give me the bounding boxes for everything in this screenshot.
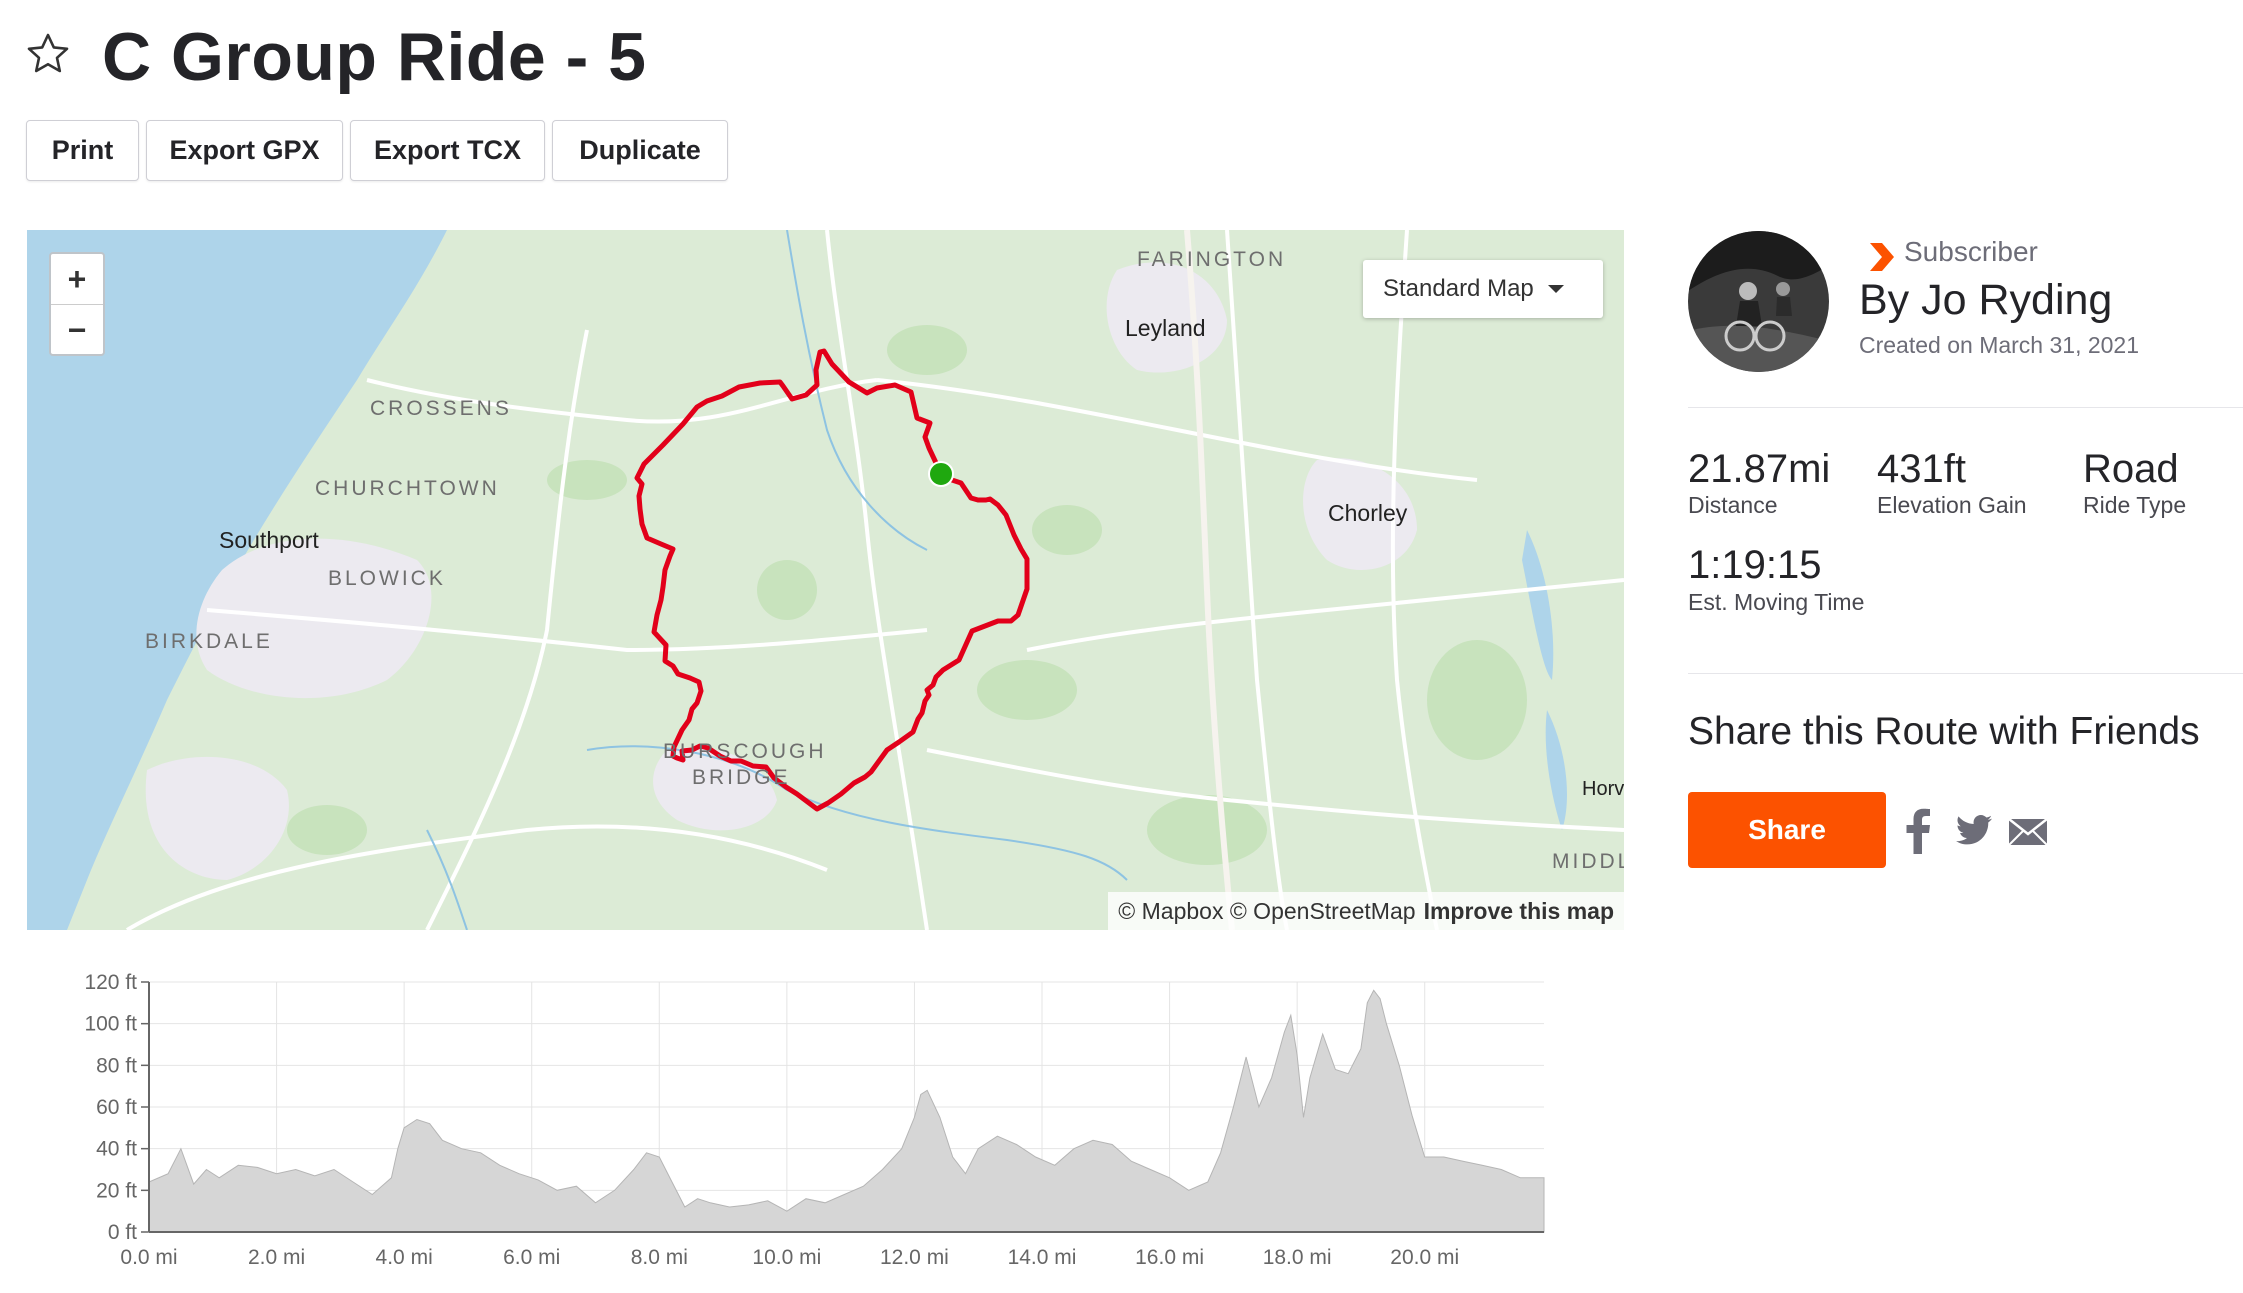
map-label-burscough: BURSCOUGH [663,740,827,763]
x-tick-label: 0.0 mi [120,1246,177,1269]
map-label-birkdale: BIRKDALE [145,630,273,653]
map-label-crossens: CROSSENS [370,397,512,420]
map-type-dropdown[interactable]: Standard Map [1363,260,1603,318]
y-tick-label: 80 ft [96,1054,137,1077]
elevation-area [148,989,1545,1233]
created-date: Created on March 31, 2021 [1859,332,2140,358]
map-label-chorley: Chorley [1328,500,1408,526]
distance-label: Distance [1688,492,1778,518]
map-attribution: © Mapbox © OpenStreetMap Improve this ma… [1108,892,1624,930]
map-canvas[interactable] [27,230,1624,930]
route-map[interactable]: FARINGTON Leyland CROSSENS CHURCHTOWN So… [27,230,1624,930]
moving-time-value: 1:19:15 [1688,543,1822,587]
moving-time-label: Est. Moving Time [1688,589,1865,615]
osm-attribution-link[interactable]: © OpenStreetMap [1230,898,1416,925]
zoom-in-button[interactable]: + [51,254,103,304]
x-tick-label: 10.0 mi [752,1246,821,1269]
zoom-control: + − [49,252,105,356]
map-label-churchtown: CHURCHTOWN [315,477,500,500]
distance-value: 21.87mi [1688,447,1831,491]
divider [1688,673,2243,674]
map-label-horwich: Horv [1582,778,1624,800]
x-tick-label: 8.0 mi [631,1246,688,1269]
x-tick-label: 6.0 mi [503,1246,560,1269]
x-tick-label: 2.0 mi [248,1246,305,1269]
export-tcx-button[interactable]: Export TCX [350,120,545,181]
x-tick-label: 16.0 mi [1135,1246,1204,1269]
twitter-icon[interactable] [1956,815,1992,845]
improve-map-link[interactable]: Improve this map [1424,898,1614,925]
page-title: C Group Ride - 5 [102,19,647,95]
y-tick-label: 40 ft [96,1138,137,1161]
map-label-bridge: BRIDGE [692,766,791,789]
x-tick-label: 4.0 mi [376,1246,433,1269]
zoom-out-button[interactable]: − [51,304,103,355]
subscriber-badge-icon [1870,243,1894,271]
ride-type-label: Ride Type [2083,492,2187,518]
x-tick-label: 20.0 mi [1390,1246,1459,1269]
y-tick-label: 100 ft [84,1013,137,1036]
x-tick-label: 14.0 mi [1008,1246,1077,1269]
elevation-label: Elevation Gain [1877,492,2027,518]
duplicate-button[interactable]: Duplicate [552,120,728,181]
map-label-farington: FARINGTON [1137,248,1287,271]
author-name[interactable]: By Jo Ryding [1859,276,2112,325]
facebook-icon[interactable] [1905,808,1931,854]
export-gpx-button[interactable]: Export GPX [146,120,343,181]
mapbox-attribution-link[interactable]: © Mapbox [1118,898,1223,925]
map-label-middle: MIDDL [1552,850,1624,873]
map-label-leyland: Leyland [1125,315,1206,341]
ride-type-value: Road [2083,447,2179,491]
subscriber-badge: Subscriber [1904,236,2038,267]
map-type-label: Standard Map [1383,275,1534,302]
y-tick-label: 20 ft [96,1179,137,1202]
y-tick-label: 0 ft [108,1221,137,1244]
author-avatar[interactable] [1688,231,1829,372]
divider [1688,407,2243,408]
print-button[interactable]: Print [26,120,139,181]
y-tick-label: 60 ft [96,1096,137,1119]
x-tick-label: 12.0 mi [880,1246,949,1269]
star-outline-icon[interactable] [24,30,72,78]
caret-down-icon [1547,285,1564,293]
y-tick-label: 120 ft [84,971,137,994]
email-icon[interactable] [2008,818,2048,846]
share-title: Share this Route with Friends [1688,710,2200,753]
map-label-southport: Southport [219,527,319,553]
route-start-marker [928,461,954,487]
map-label-blowick: BLOWICK [328,567,446,590]
share-button[interactable]: Share [1688,792,1886,868]
elevation-value: 431ft [1877,447,1966,491]
x-tick-label: 18.0 mi [1263,1246,1332,1269]
elevation-chart: 0 ft 20 ft 40 ft 60 ft 80 ft 100 ft 120 ft 0.0… [84,971,1545,1269]
